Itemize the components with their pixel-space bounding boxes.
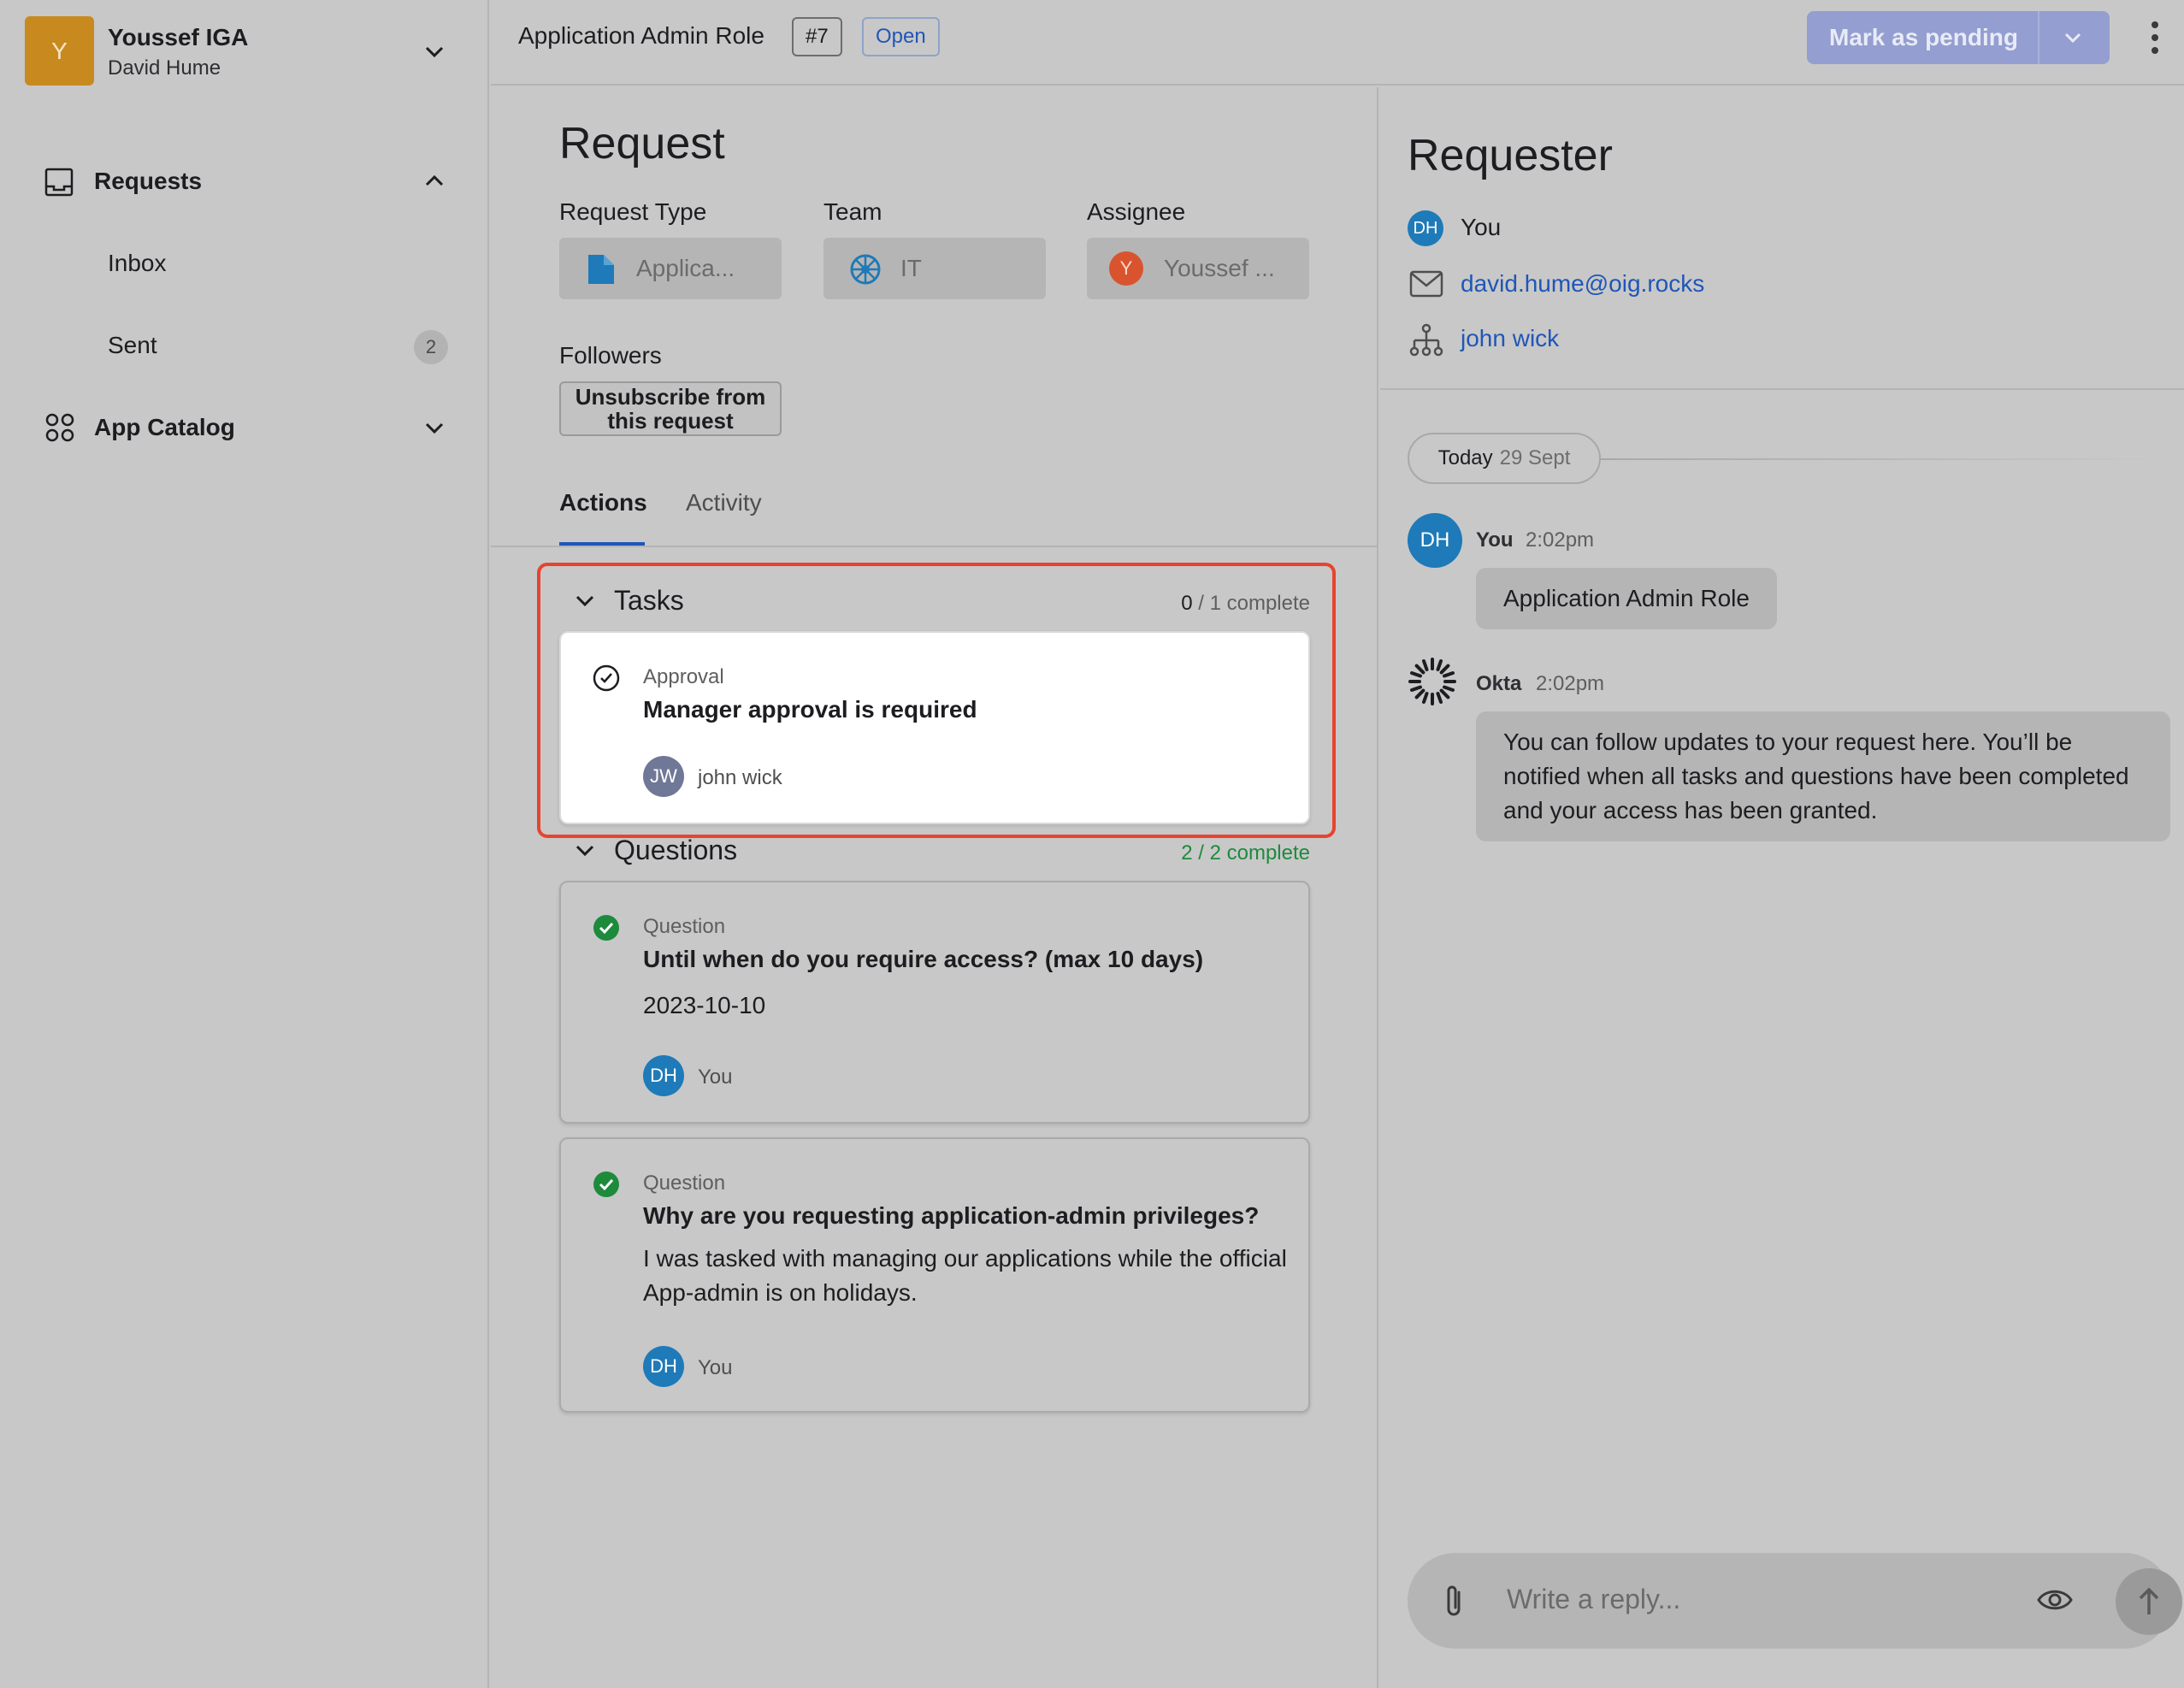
request-number-badge: #7 [792,17,842,56]
question-author: You [698,1356,733,1379]
mail-icon [1409,270,1443,298]
chevron-down-icon[interactable] [2062,27,2084,49]
question-title: Until when do you require access? (max 1… [643,946,1204,972]
chevron-down-icon[interactable] [422,415,447,440]
eye-icon[interactable] [2037,1585,2073,1614]
date-value: 29 Sept [1499,446,1571,469]
message-time: 2:02pm [1536,672,1605,695]
request-header: Application Admin Role #7 Open Mark as p… [491,0,2184,86]
check-circle-filled-icon [593,915,619,941]
date-separator: Today 29 Sept [1408,433,1601,484]
message-bubble: You can follow updates to your request h… [1476,711,2170,841]
app-grid-icon [45,413,74,442]
assignee-avatar: Y [1109,251,1143,286]
nav-app-catalog[interactable]: App Catalog [94,414,235,441]
request-title: Application Admin Role [518,22,764,49]
requester-name: You [1461,214,1502,240]
request-type-value: Applica... [636,255,735,281]
status-badge: Open [862,17,940,56]
message-time: 2:02pm [1526,528,1595,552]
question-kind: Question [643,1172,726,1195]
reply-composer[interactable]: Write a reply... [1408,1553,2182,1649]
chevron-down-icon[interactable] [422,38,447,64]
requester-divider [1380,388,2184,390]
inbox-tray-icon [44,168,74,197]
requester-heading: Requester [1408,131,1613,180]
question-author: You [698,1065,733,1089]
unsubscribe-button[interactable]: Unsubscribe from this request [559,381,782,436]
request-detail: Request Request Type Team Assignee Appli… [491,87,1378,1688]
author-avatar: DH [643,1055,684,1096]
mark-as-pending-button[interactable]: Mark as pending [1807,11,2110,64]
okta-logo-icon [1408,658,1456,705]
question-answer: I was tasked with managing our applicati… [643,1245,1287,1306]
question-card[interactable]: Question Why are you requesting applicat… [559,1137,1310,1413]
message-bubble: Application Admin Role [1476,568,1777,629]
assignee-value: Youssef ... [1164,255,1275,281]
tab-activity[interactable]: Activity [686,489,762,516]
author-avatar: DH [643,1346,684,1387]
arrow-up-icon [2139,1587,2159,1614]
nav-sent[interactable]: Sent [108,332,157,359]
tasks-highlight-frame [537,563,1336,838]
button-divider [2038,11,2039,64]
team-label: Team [823,198,882,225]
date-day: Today [1437,446,1493,469]
manager-link[interactable]: john wick [1461,325,1559,352]
question-answer: 2023-10-10 [643,992,766,1018]
team-wheel-icon [850,254,881,285]
paperclip-icon[interactable] [1440,1584,1469,1620]
org-chart-icon [1409,323,1443,357]
team-value: IT [900,255,922,281]
message-avatar: DH [1408,513,1462,568]
current-user-name: David Hume [108,56,221,80]
requester-avatar: DH [1408,210,1443,246]
mark-as-pending-label: Mark as pending [1829,24,2018,50]
document-icon [588,255,614,284]
tab-actions[interactable]: Actions [559,489,647,516]
sent-count-badge: 2 [414,330,448,364]
nav-inbox[interactable]: Inbox [108,250,167,277]
org-avatar[interactable]: Y [25,16,94,86]
request-heading: Request [559,119,725,168]
org-name[interactable]: Youssef IGA [108,24,248,51]
question-title: Why are you requesting application-admin… [643,1202,1260,1229]
nav-requests[interactable]: Requests [94,168,202,195]
request-type-label: Request Type [559,198,707,225]
reply-input[interactable]: Write a reply... [1507,1584,1680,1615]
tabs-divider [491,546,1378,547]
message-author: Okta [1476,672,1522,695]
followers-label: Followers [559,342,662,369]
questions-progress: 2 / 2 complete [1181,841,1310,865]
check-circle-filled-icon [593,1172,619,1197]
request-type-field[interactable]: Applica... [559,238,782,299]
sidebar: Y Youssef IGA David Hume Requests Inbox … [0,0,489,1688]
requester-panel: Requester DH You david.hume@oig.rocks jo… [1380,87,2184,1688]
requester-email-link[interactable]: david.hume@oig.rocks [1461,270,1704,298]
question-card[interactable]: Question Until when do you require acces… [559,881,1310,1124]
send-button[interactable] [2116,1568,2182,1635]
questions-section-title[interactable]: Questions [614,835,737,866]
question-kind: Question [643,915,726,938]
chevron-down-icon[interactable] [573,838,597,862]
assignee-field[interactable]: Y Youssef ... [1087,238,1309,299]
more-options-icon[interactable] [2146,19,2163,56]
message-author: You [1476,528,1514,552]
team-field[interactable]: IT [823,238,1046,299]
chevron-up-icon[interactable] [422,168,447,194]
assignee-label: Assignee [1087,198,1186,225]
date-rule [1601,458,2165,460]
